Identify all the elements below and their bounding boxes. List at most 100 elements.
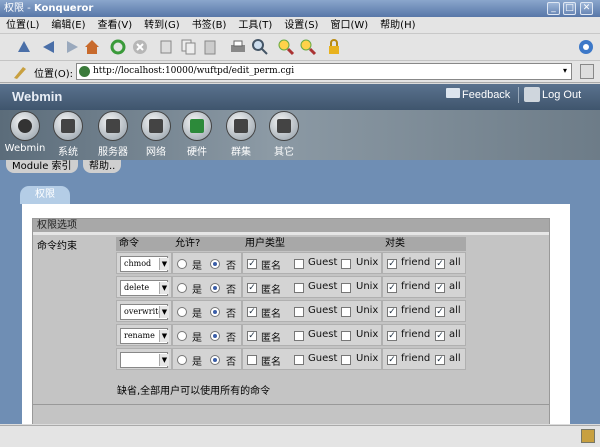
bottom-divider [33,404,549,405]
allow-yes-radio[interactable] [177,331,187,341]
clear-location-icon[interactable] [10,62,30,82]
unix-checkbox[interactable] [341,259,351,269]
anon-checkbox[interactable]: ✓ [247,331,257,341]
chevron-down-icon: ▼ [159,306,169,318]
security-status-icon[interactable] [581,429,595,443]
menu-edit[interactable]: 编辑(E) [45,17,91,34]
logout-link[interactable]: Log Out [542,89,581,101]
friend-checkbox[interactable]: ✓ [387,331,397,341]
category-webmin[interactable]: Webmin [3,111,47,154]
allow-yes-radio[interactable] [177,259,187,269]
command-select[interactable]: rename ▼ [120,328,169,344]
menu-location[interactable]: 位置(L) [0,17,45,34]
category-network[interactable]: 网络 [134,111,178,158]
forward-icon[interactable] [62,37,82,57]
allow-no-radio[interactable] [210,355,220,365]
all-checkbox[interactable]: ✓ [435,283,445,293]
back-icon[interactable] [39,37,59,57]
web-content: Webmin Feedback Log Out Webmin 系统 服务器 网络… [0,84,600,424]
chevron-down-icon: ▼ [159,330,169,342]
unix-checkbox[interactable] [341,355,351,365]
category-others[interactable]: 其它 [262,111,306,158]
find-icon[interactable] [250,37,270,57]
guest-checkbox[interactable] [294,355,304,365]
feedback-link[interactable]: Feedback [462,89,510,101]
all-checkbox[interactable]: ✓ [435,307,445,317]
menu-help[interactable]: 帮助(H) [374,17,421,34]
col-header-user-type: 用户类型 [242,237,382,251]
menu-window[interactable]: 窗口(W) [324,17,374,34]
url-input[interactable]: http://localhost:10000/wuftpd/edit_perm.… [76,63,572,80]
command-select[interactable]: delete ▼ [120,280,169,296]
reload-icon[interactable] [108,37,128,57]
zoom-in-icon[interactable] [276,37,296,57]
col-header-command: 命令 [116,237,172,251]
stop-icon[interactable] [130,37,150,57]
menu-bookmarks[interactable]: 书签(B) [186,17,233,34]
url-dropdown-icon[interactable]: ▾ [560,65,570,77]
allow-yes-radio[interactable] [177,283,187,293]
all-checkbox[interactable]: ✓ [435,259,445,269]
cluster-icon [226,111,256,141]
security-lock-icon[interactable] [324,37,344,57]
all-checkbox[interactable]: ✓ [435,331,445,341]
command-select[interactable]: ▼ [120,352,169,368]
tab-permissions[interactable]: 权限 [20,186,70,204]
guest-checkbox[interactable] [294,259,304,269]
go-button[interactable] [580,64,594,79]
toolbar [0,34,600,61]
friend-checkbox[interactable]: ✓ [387,355,397,365]
allow-no-radio[interactable] [210,259,220,269]
guest-checkbox[interactable] [294,283,304,293]
category-servers[interactable]: 服务器 [91,111,135,158]
anon-checkbox[interactable]: ✓ [247,283,257,293]
allow-no-radio[interactable] [210,331,220,341]
anon-checkbox[interactable]: ✓ [247,259,257,269]
command-select[interactable]: chmod ▼ [120,256,169,272]
anon-checkbox[interactable] [247,355,257,365]
allow-yes-radio[interactable] [177,355,187,365]
category-cluster[interactable]: 群集 [219,111,263,158]
paste-icon[interactable] [200,37,220,57]
menu-tools[interactable]: 工具(T) [232,17,278,34]
close-button[interactable]: ✕ [580,2,593,15]
col-header-class: 对类 [382,237,466,251]
allow-no-radio[interactable] [210,283,220,293]
allow-yes-radio[interactable] [177,307,187,317]
guest-checkbox[interactable] [294,307,304,317]
webmin-header: Webmin Feedback Log Out [0,84,600,110]
menu-go[interactable]: 转到(G) [138,17,186,34]
command-select[interactable]: overwrite ▼ [120,304,169,320]
network-icon [141,111,171,141]
guest-checkbox[interactable] [294,331,304,341]
zoom-out-icon[interactable] [298,37,318,57]
feedback-icon [446,88,460,98]
menu-view[interactable]: 查看(V) [92,17,139,34]
up-icon[interactable] [14,37,34,57]
home-icon[interactable] [82,37,102,57]
print-icon[interactable] [228,37,248,57]
maximize-button[interactable]: □ [563,2,576,15]
module-index-link[interactable]: Module 索引 [6,160,78,173]
chevron-down-icon: ▼ [159,354,169,366]
hardware-board-icon [182,111,212,141]
command-restriction-label: 命令约束 [37,241,77,252]
friend-checkbox[interactable]: ✓ [387,283,397,293]
cut-icon[interactable] [156,37,176,57]
unix-checkbox[interactable] [341,331,351,341]
copy-icon[interactable] [178,37,198,57]
unix-checkbox[interactable] [341,283,351,293]
category-system[interactable]: 系统 [46,111,90,158]
allow-no-radio[interactable] [210,307,220,317]
anon-checkbox[interactable]: ✓ [247,307,257,317]
friend-checkbox[interactable]: ✓ [387,307,397,317]
category-hardware[interactable]: 硬件 [175,111,219,158]
help-link[interactable]: 帮助.. [83,160,122,173]
unix-checkbox[interactable] [341,307,351,317]
all-checkbox[interactable]: ✓ [435,355,445,365]
system-monitor-icon [53,111,83,141]
minimize-button[interactable]: _ [547,2,560,15]
konqueror-gear-icon[interactable] [576,37,596,57]
friend-checkbox[interactable]: ✓ [387,259,397,269]
menu-settings[interactable]: 设置(S) [278,17,324,34]
